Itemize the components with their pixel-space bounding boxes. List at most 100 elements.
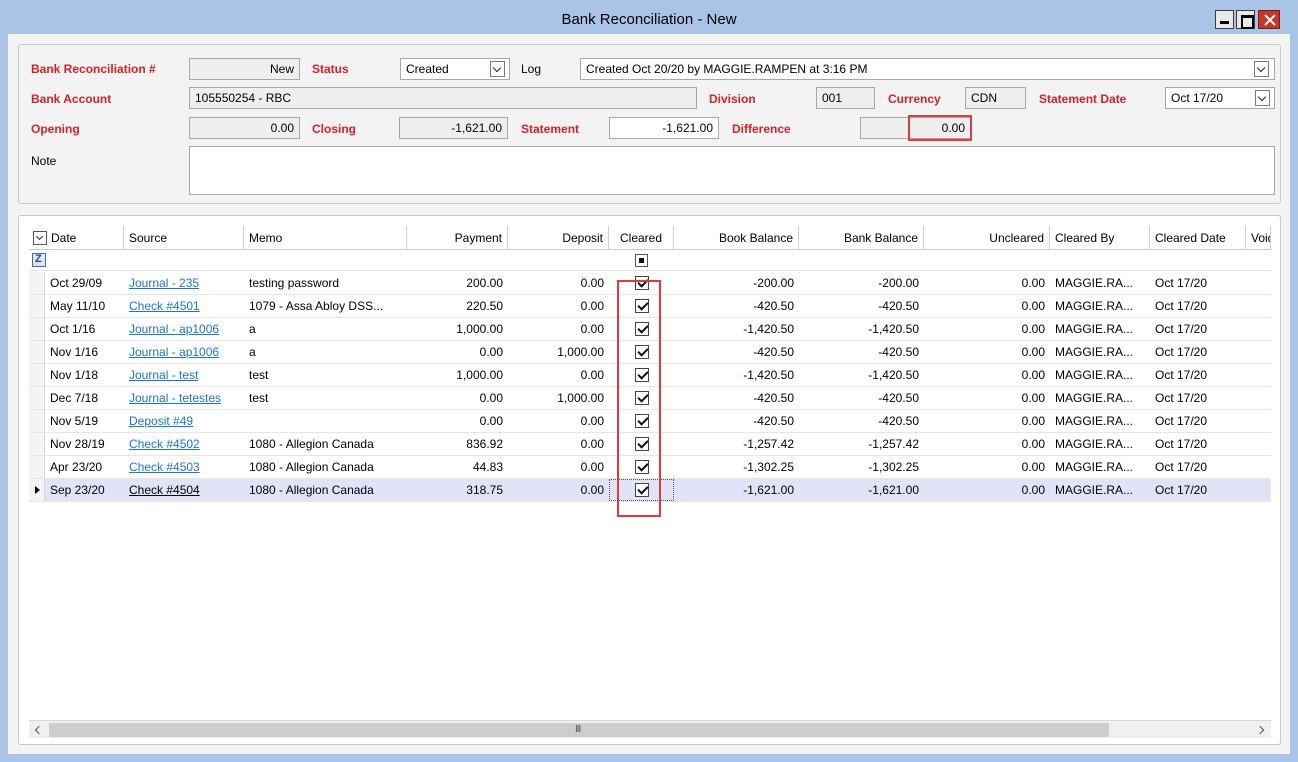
cell-bank-balance: -1,302.25	[868, 460, 919, 474]
col-cleared-date[interactable]: Cleared Date	[1150, 226, 1246, 250]
cleared-filter-checkbox[interactable]	[635, 254, 648, 267]
opening-label: Opening	[31, 122, 80, 136]
cell-source-link[interactable]: Journal - 235	[124, 272, 244, 294]
cell-uncleared: 0.00	[1021, 437, 1045, 451]
log-label: Log	[521, 62, 542, 76]
cell-cleared-date: Oct 17/20	[1155, 368, 1208, 382]
log-value: Created Oct 20/20 by MAGGIE.RAMPEN at 3:…	[586, 62, 868, 76]
cell-payment: 1,000.00	[456, 322, 503, 336]
minimize-icon[interactable]	[1215, 10, 1234, 29]
statement-input[interactable]: -1,621.00	[609, 117, 719, 139]
cell-source-link[interactable]: Check #4504	[124, 479, 244, 501]
row-indicator[interactable]	[29, 295, 45, 317]
cell-uncleared: 0.00	[1021, 483, 1045, 497]
cell-date: Dec 7/18	[50, 391, 99, 405]
chevron-down-icon[interactable]	[1255, 90, 1270, 106]
close-icon[interactable]	[1258, 10, 1280, 29]
cell-source-link[interactable]: Journal - ap1006	[124, 341, 244, 363]
col-cleared[interactable]: Cleared	[609, 226, 674, 250]
cell-book-balance: -1,302.25	[743, 460, 794, 474]
cell-source-link[interactable]: Check #4502	[124, 433, 244, 455]
row-indicator[interactable]	[29, 410, 45, 432]
col-payment[interactable]: Payment	[407, 226, 508, 250]
cell-payment: 44.83	[472, 460, 503, 474]
status-dropdown[interactable]: Created	[400, 58, 510, 80]
scroll-left-icon[interactable]	[29, 721, 47, 739]
cell-deposit: 0.00	[580, 483, 604, 497]
cell-bank-balance: -1,420.50	[868, 368, 919, 382]
bank-account-field: 105550254 - RBC	[189, 87, 697, 109]
cell-memo: 1079 - Assa Abloy DSS...	[249, 299, 384, 313]
header-panel: Bank Reconciliation # New Status Created…	[18, 44, 1281, 204]
cell-deposit: 0.00	[580, 299, 604, 313]
cell-uncleared: 0.00	[1021, 414, 1045, 428]
cell-cleared-date: Oct 17/20	[1155, 299, 1208, 313]
horizontal-scrollbar[interactable]	[29, 720, 1271, 738]
status-label: Status	[312, 62, 349, 76]
row-indicator[interactable]	[29, 456, 45, 478]
row-indicator[interactable]	[29, 433, 45, 455]
cell-source-link[interactable]: Check #4501	[124, 295, 244, 317]
cell-cleared-by: MAGGIE.RA...	[1055, 345, 1134, 359]
scroll-right-icon[interactable]	[1253, 721, 1271, 739]
cell-bank-balance: -420.50	[878, 414, 919, 428]
cell-cleared-by: MAGGIE.RA...	[1055, 483, 1134, 497]
cell-cleared-date: Oct 17/20	[1155, 437, 1208, 451]
cell-bank-balance: -1,257.42	[868, 437, 919, 451]
cell-book-balance: -420.50	[753, 414, 794, 428]
note-label: Note	[31, 154, 57, 168]
col-deposit[interactable]: Deposit	[508, 226, 609, 250]
col-memo[interactable]: Memo	[244, 226, 407, 250]
chevron-down-icon[interactable]	[490, 61, 505, 77]
cell-book-balance: -420.50	[753, 345, 794, 359]
col-void[interactable]: Void	[1246, 226, 1271, 250]
cell-cleared-date: Oct 17/20	[1155, 391, 1208, 405]
maximize-icon[interactable]	[1236, 10, 1255, 29]
col-source[interactable]: Source	[124, 226, 244, 250]
cell-source-link[interactable]: Journal - ap1006	[124, 318, 244, 340]
cell-date: Nov 5/19	[50, 414, 99, 428]
row-indicator[interactable]	[29, 272, 45, 294]
cell-memo: 1080 - Allegion Canada	[249, 483, 374, 497]
row-indicator[interactable]	[29, 364, 45, 386]
cell-payment: 1,000.00	[456, 368, 503, 382]
col-bank-balance[interactable]: Bank Balance	[799, 226, 924, 250]
cell-payment: 318.75	[466, 483, 503, 497]
row-indicator-arrow-icon[interactable]	[29, 479, 45, 501]
cell-date: Nov 1/18	[50, 368, 99, 382]
cell-deposit: 0.00	[580, 437, 604, 451]
col-date[interactable]: Date	[29, 226, 124, 250]
col-book-balance[interactable]: Book Balance	[674, 226, 799, 250]
window-client: Bank Reconciliation # New Status Created…	[8, 34, 1290, 754]
status-value: Created	[406, 62, 449, 76]
chevron-down-icon[interactable]	[1254, 61, 1269, 77]
cell-source-link[interactable]: Deposit #49	[124, 410, 244, 432]
division-field: 001	[816, 87, 875, 109]
cell-source-link[interactable]: Journal - test	[124, 364, 244, 386]
note-textarea[interactable]	[189, 146, 1275, 195]
cell-source-link[interactable]: Check #4503	[124, 456, 244, 478]
col-uncleared[interactable]: Uncleared	[924, 226, 1050, 250]
statement-date-dropdown[interactable]: Oct 17/20	[1165, 87, 1275, 109]
cell-bank-balance: -200.00	[878, 276, 919, 290]
cell-cleared-date: Oct 17/20	[1155, 276, 1208, 290]
scrollbar-thumb[interactable]	[49, 723, 1109, 737]
closing-label: Closing	[312, 122, 356, 136]
cell-source-link[interactable]: Journal - tetestes	[124, 387, 244, 409]
cell-book-balance: -1,621.00	[743, 483, 794, 497]
cell-memo: test	[249, 368, 269, 382]
cell-uncleared: 0.00	[1021, 391, 1045, 405]
col-cleared-by[interactable]: Cleared By	[1050, 226, 1150, 250]
cell-cleared-by: MAGGIE.RA...	[1055, 276, 1134, 290]
log-dropdown[interactable]: Created Oct 20/20 by MAGGIE.RAMPEN at 3:…	[580, 58, 1275, 80]
cell-book-balance: -1,257.42	[743, 437, 794, 451]
row-indicator[interactable]	[29, 318, 45, 340]
row-indicator[interactable]	[29, 341, 45, 363]
cleared-column-highlight	[617, 280, 661, 517]
filter-icon[interactable]	[32, 253, 46, 267]
statement-label: Statement	[521, 122, 580, 136]
statement-date-label: Statement Date	[1039, 92, 1127, 106]
chevron-down-icon[interactable]	[33, 231, 47, 245]
row-indicator[interactable]	[29, 387, 45, 409]
cell-memo: a	[249, 345, 256, 359]
